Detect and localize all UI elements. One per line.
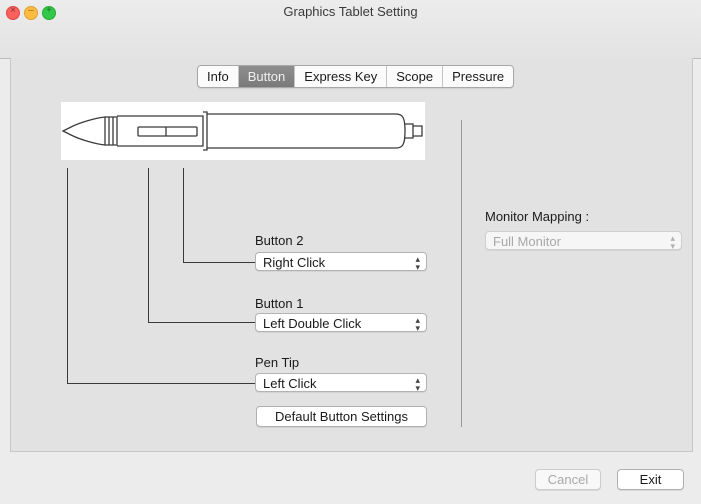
button1-label: Button 1 <box>255 296 304 311</box>
monitor-mapping-select[interactable]: Full Monitor ▴ ▾ <box>485 231 682 250</box>
title-bar: × – + Graphics Tablet Setting <box>0 0 701 59</box>
pen-tip-value: Left Click <box>263 376 317 391</box>
button1-select[interactable]: Left Double Click ▴ ▾ <box>255 313 427 332</box>
tab-bar: Info Button Express Key Scope Pressure <box>197 65 515 88</box>
window-title: Graphics Tablet Setting <box>283 4 418 19</box>
pen-icon <box>61 111 423 151</box>
updown-arrows-icon: ▴ ▾ <box>415 374 420 393</box>
pen-illustration <box>61 102 425 160</box>
updown-arrows-icon: ▴ ▾ <box>670 232 675 251</box>
tab-scope[interactable]: Scope <box>387 66 444 87</box>
panel-divider <box>461 120 462 427</box>
connector-pen-tip-vertical <box>67 168 68 383</box>
button1-value: Left Double Click <box>263 316 362 331</box>
button2-value: Right Click <box>263 255 326 270</box>
cancel-button[interactable]: Cancel <box>535 469 601 490</box>
pen-tip-label: Pen Tip <box>255 355 300 370</box>
exit-button[interactable]: Exit <box>617 469 684 490</box>
tab-info[interactable]: Info <box>198 66 239 87</box>
updown-arrows-icon: ▴ ▾ <box>415 253 420 272</box>
connector-button2-vertical <box>183 168 184 262</box>
connector-button1-vertical <box>148 168 149 322</box>
connector-button2-horizontal <box>183 262 257 263</box>
tab-pressure[interactable]: Pressure <box>443 66 513 87</box>
monitor-mapping-value: Full Monitor <box>493 234 561 249</box>
connector-button1-horizontal <box>148 322 257 323</box>
connector-pen-tip-horizontal <box>67 383 257 384</box>
button2-select[interactable]: Right Click ▴ ▾ <box>255 252 427 271</box>
tab-button[interactable]: Button <box>238 66 296 87</box>
updown-arrows-icon: ▴ ▾ <box>415 314 420 333</box>
monitor-mapping-label: Monitor Mapping : <box>485 209 590 224</box>
button2-label: Button 2 <box>255 233 304 248</box>
pen-tip-select[interactable]: Left Click ▴ ▾ <box>255 373 427 392</box>
default-button-settings-button[interactable]: Default Button Settings <box>256 406 427 427</box>
app-window: × – + Graphics Tablet Setting Info Butto… <box>0 0 701 504</box>
tab-express-key[interactable]: Express Key <box>295 66 388 87</box>
